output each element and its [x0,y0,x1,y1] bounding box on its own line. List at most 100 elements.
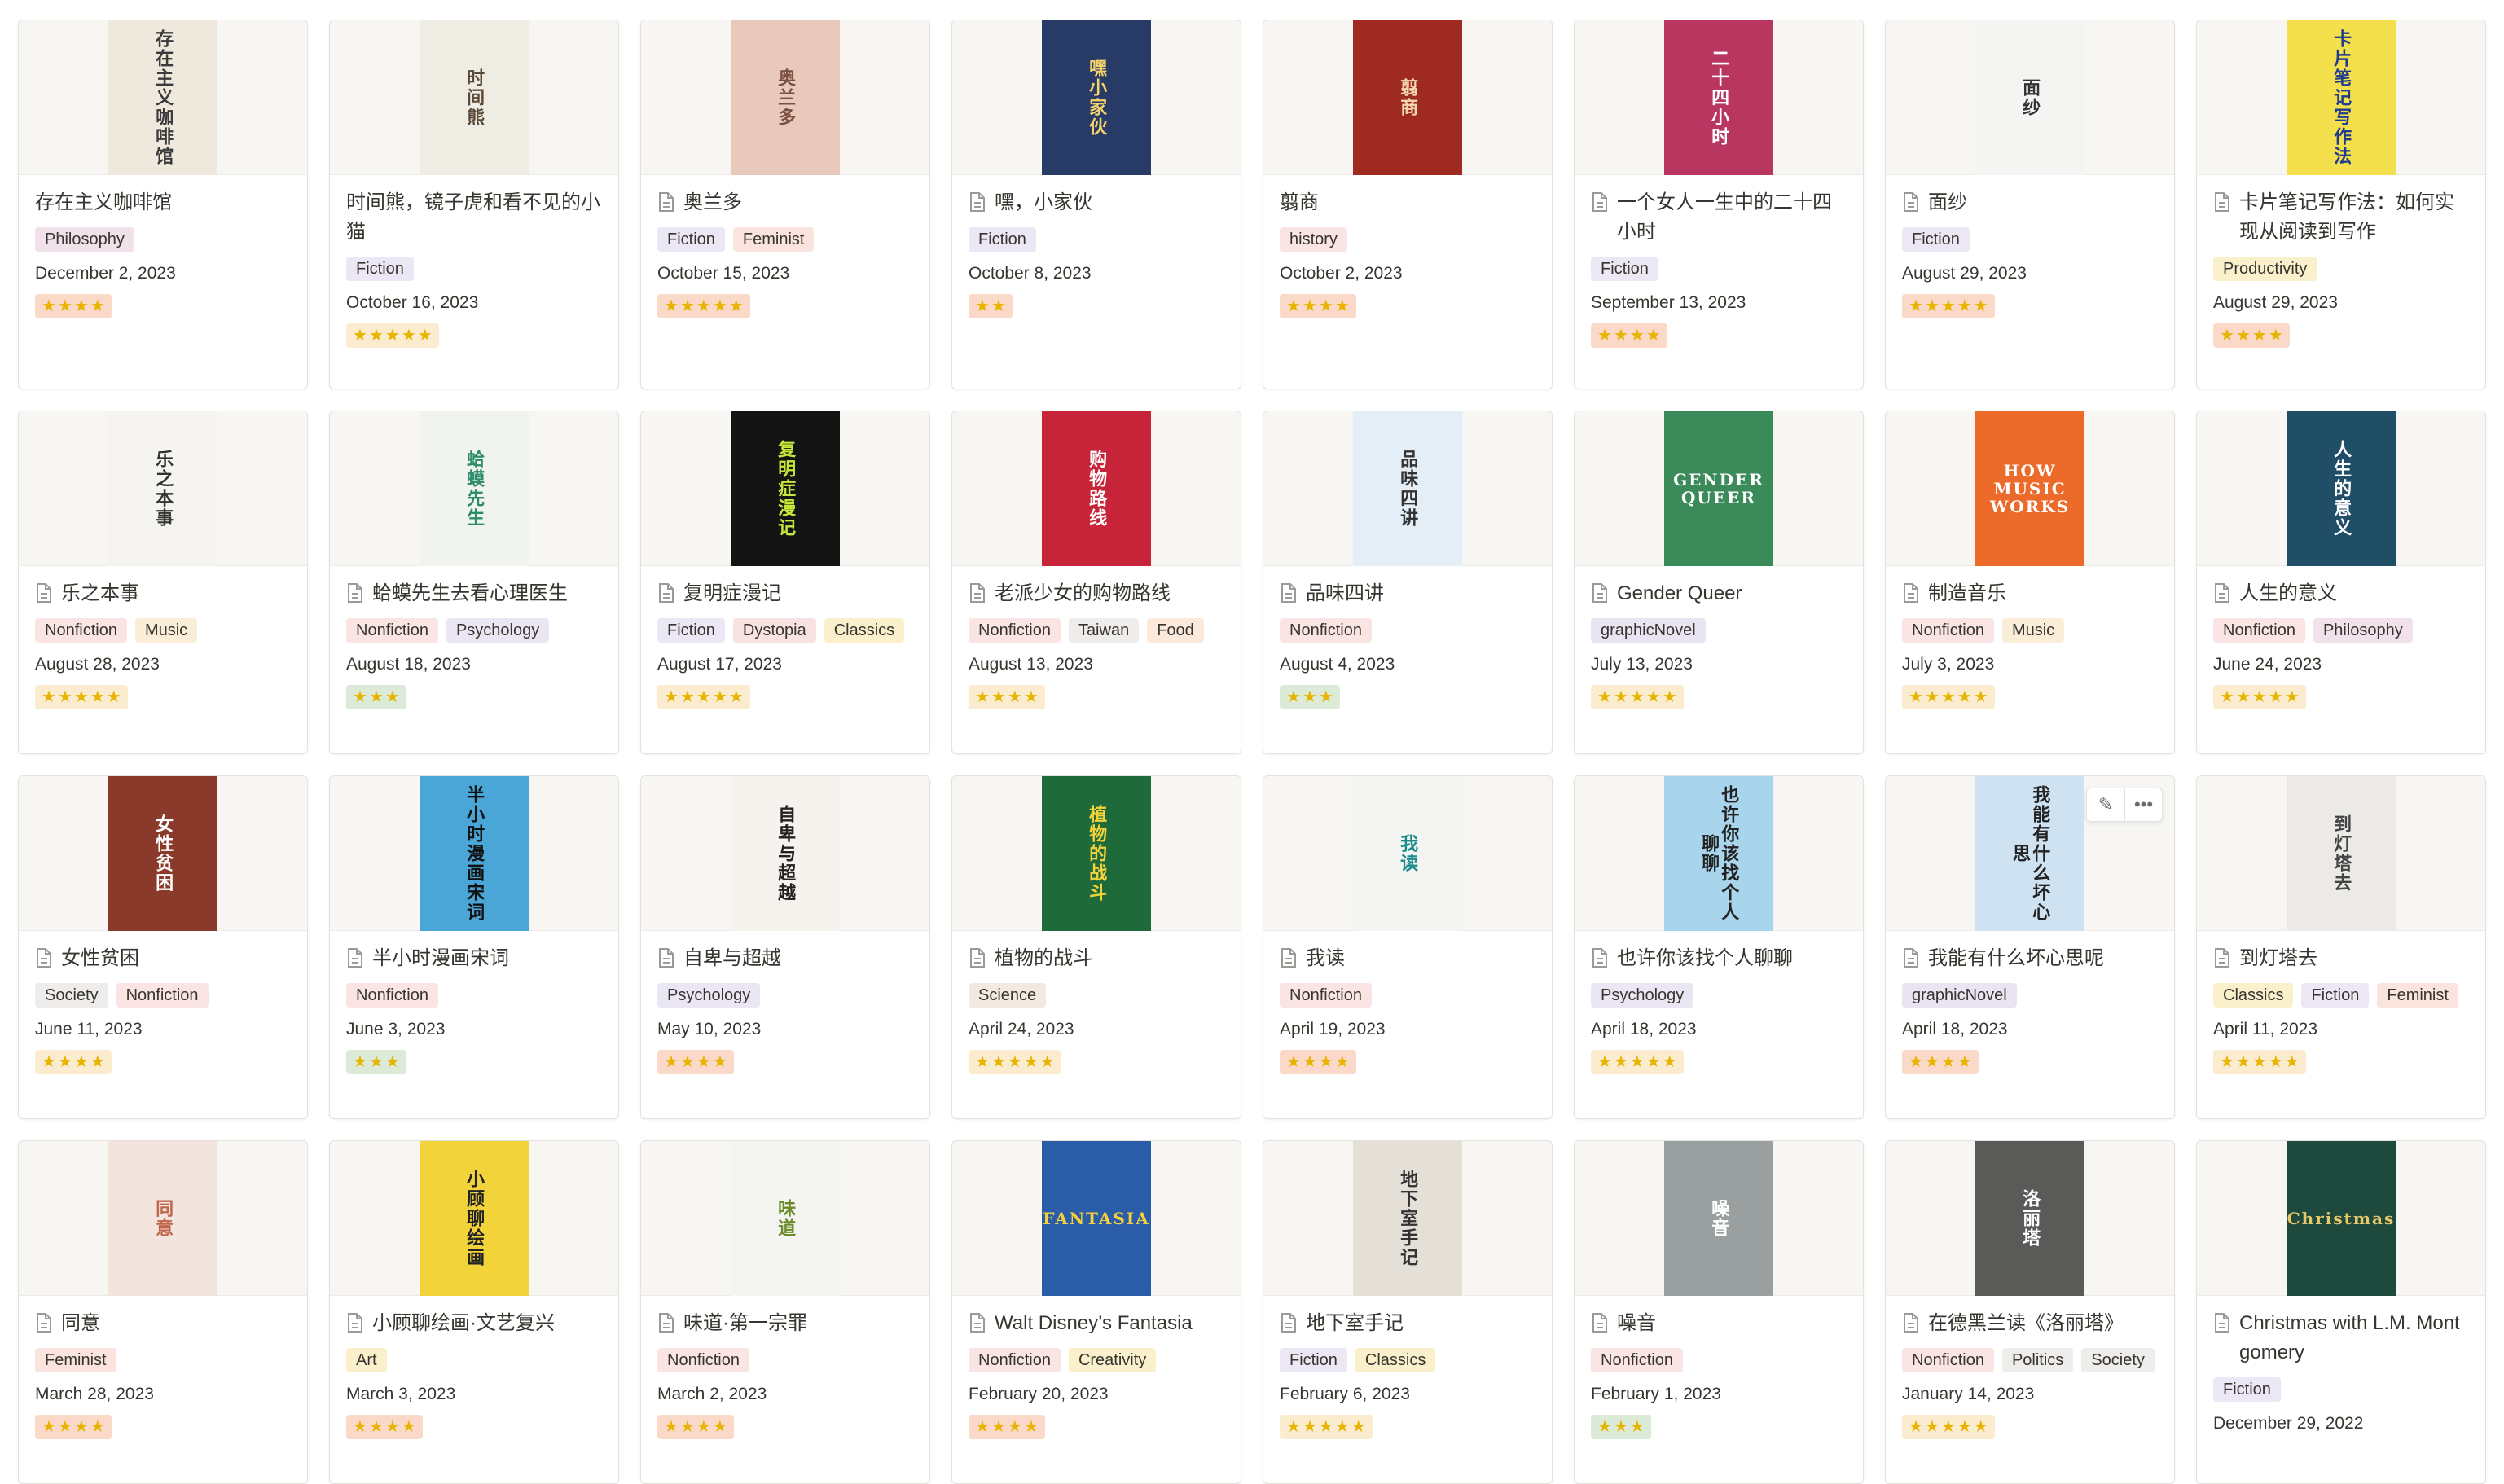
book-card[interactable]: 地下室手记 地下室手记 Fiction Classics February 6, … [1263,1140,1553,1484]
book-cover: 翦商 [1263,20,1552,175]
tag-chip: Dystopia [732,618,816,643]
book-card[interactable]: 乐之本事 乐之本事 Nonfiction Music August 28, 202… [18,411,308,754]
cover-title: 购物路线 [1086,449,1108,528]
book-card[interactable]: 我能有什么坏心思 我能有什么坏心思呢 graphicNovel April 18… [1885,775,2175,1119]
star-icon: ★ [1023,1053,1039,1071]
star-rating: ★ ★ ★ ★ [969,1415,1045,1439]
book-card[interactable]: 存在主义咖啡馆 存在主义咖啡馆 Philosophy December 2, 2… [18,20,308,389]
read-date: April 19, 2023 [1280,1020,1386,1038]
book-card[interactable]: 奥兰多 奥兰多 Fiction Feminist October 15, 2023… [640,20,930,389]
read-date: April 18, 2023 [1591,1020,1697,1038]
tag-chip: Fiction [657,618,725,643]
tag-chip: Art [346,1348,387,1372]
tag-list: Fiction Classics [1280,1348,1535,1372]
edit-icon[interactable]: ✎ [2087,788,2124,821]
book-cover-image: 存在主义咖啡馆 [108,20,217,175]
tag-chip: Feminist [35,1348,116,1372]
book-card[interactable]: 卡片笔记写作法 卡片笔记写作法：如何实现从阅读到写作 Productivity … [2196,20,2486,389]
book-title: 嘿，小家伙 [995,191,1092,213]
star-icon: ★ [1629,327,1645,345]
book-card[interactable]: 噪音 噪音 Nonfiction February 1, 2023 ★ ★ ★ [1574,1140,1864,1484]
book-title: 到灯塔去 [2239,947,2317,969]
star-icon: ★ [1007,1053,1022,1071]
star-icon: ★ [90,1053,105,1071]
star-rating: ★ ★ ★ ★ [1280,1050,1356,1074]
read-date: September 13, 2023 [1591,293,1746,312]
book-cover-image: Christmas [2287,1141,2396,1296]
book-card[interactable]: Christmas Christmas with L.M. Montgomery… [2196,1140,2486,1484]
book-cover: 面纱 [1886,20,2174,175]
book-cover-image: 品味四讲 [1353,411,1462,566]
book-card[interactable]: 小顾聊绘画 小顾聊绘画·文艺复兴 Art March 3, 2023 ★ ★ ★ ★ [329,1140,619,1484]
tag-list: Psychology [657,983,913,1008]
book-card[interactable]: 二十四小时 一个女人一生中的二十四小时 Fiction September 13… [1574,20,1864,389]
book-card[interactable]: 植物的战斗 植物的战斗 Science April 24, 2023 ★ ★ ★ ★ ★ [951,775,1241,1119]
book-card[interactable]: 购物路线 老派少女的购物路线 Nonfiction Taiwan Food Augu… [951,411,1241,754]
book-cover-image: 时间熊 [420,20,529,175]
tag-chip: Fiction [657,227,725,252]
page-icon [346,947,364,968]
book-card[interactable]: 半小时漫画宋词 半小时漫画宋词 Nonfiction June 3, 2023 … [329,775,619,1119]
book-card[interactable]: 人生的意义 人生的意义 Nonfiction Philosophy June 24… [2196,411,2486,754]
read-date: May 10, 2023 [657,1020,762,1038]
book-card[interactable]: GENDER QUEER Gender Queer graphicNovel J… [1574,411,1864,754]
book-title: 小顾聊绘画·文艺复兴 [372,1312,555,1334]
tag-list: Nonfiction Music [1902,618,2158,643]
book-card[interactable]: 面纱 面纱 Fiction August 29, 2023 ★ ★ ★ ★ ★ [1885,20,2175,389]
book-card[interactable]: 洛丽塔 在德黑兰读《洛丽塔》 Nonfiction Politics Society… [1885,1140,2175,1484]
star-icon: ★ [1302,297,1317,315]
read-date: February 1, 2023 [1591,1385,1721,1403]
book-card[interactable]: 品味四讲 品味四讲 Nonfiction August 4, 2023 ★ ★ ★ [1263,411,1553,754]
book-card[interactable]: 同意 同意 Feminist March 28, 2023 ★ ★ ★ ★ [18,1140,308,1484]
book-card[interactable]: 女性贫困 女性贫困 Society Nonfiction June 11, 202… [18,775,308,1119]
more-options-icon[interactable]: ••• [2124,788,2162,821]
tag-chip: Nonfiction [116,983,209,1008]
book-cover-image: 洛丽塔 [1975,1141,2084,1296]
page-icon [1591,582,1609,604]
read-date: June 3, 2023 [346,1020,446,1038]
book-title: 味道·第一宗罪 [683,1312,807,1334]
read-date: August 29, 2023 [1902,264,2027,283]
tag-list: Nonfiction Philosophy [2213,618,2469,643]
book-cover: FANTASIA [952,1141,1241,1296]
tag-chip: Nonfiction [969,1348,1061,1372]
page-icon [1280,947,1298,968]
tag-chip: Nonfiction [346,983,438,1008]
star-icon: ★ [57,297,72,315]
book-card[interactable]: HOW MUSIC WORKS 制造音乐 Nonfiction Music Jul… [1885,411,2175,754]
tag-list: Nonfiction [657,1348,913,1372]
book-title: 也许你该找个人聊聊 [1617,947,1793,969]
book-card[interactable]: 自卑与超越 自卑与超越 Psychology May 10, 2023 ★ ★ ★ ★ [640,775,930,1119]
book-card[interactable]: FANTASIA Walt Disney’s Fantasia Nonficti… [951,1140,1241,1484]
star-icon: ★ [353,1053,367,1071]
tag-chip: Productivity [2213,257,2317,281]
book-card[interactable]: 复明症漫记 复明症漫记 Fiction Dystopia Classics Augu… [640,411,930,754]
page-icon [35,582,53,604]
book-card[interactable]: 我读 我读 Nonfiction April 19, 2023 ★ ★ ★ ★ [1263,775,1553,1119]
cover-title: 小顾聊绘画 [463,1169,485,1267]
star-icon: ★ [1302,1053,1317,1071]
tag-chip: Creativity [1068,1348,1157,1372]
page-icon [657,1312,675,1333]
book-title: 老派少女的购物路线 [995,582,1171,604]
book-card[interactable]: 蛤蟆先生 蛤蟆先生去看心理医生 Nonfiction Psychology Aug… [329,411,619,754]
book-cover: 乐之本事 [19,411,307,566]
book-cover: 品味四讲 [1263,411,1552,566]
book-card[interactable]: 时间熊 时间熊，镜子虎和看不见的小猫 Fiction October 16, 2… [329,20,619,389]
tag-chip: Philosophy [35,227,134,252]
book-card[interactable]: 味道 味道·第一宗罪 Nonfiction March 2, 2023 ★ ★ ★ ★ [640,1140,930,1484]
star-icon: ★ [1909,297,1923,315]
book-card[interactable]: 到灯塔去 到灯塔去 Classics Fiction Feminist April … [2196,775,2486,1119]
book-card[interactable]: 翦商 翦商 history October 2, 2023 ★ ★ ★ ★ [1263,20,1553,389]
star-rating: ★ ★ [969,294,1013,318]
star-icon: ★ [1645,327,1661,345]
star-icon: ★ [2268,1053,2283,1071]
star-icon: ★ [991,297,1006,315]
book-title: 在德黑兰读《洛丽塔》 [1928,1312,2124,1334]
book-card[interactable]: 嘿小家伙 嘿，小家伙 Fiction October 8, 2023 ★ ★ [951,20,1241,389]
star-icon: ★ [679,297,695,315]
tag-list: Fiction [346,257,602,281]
cover-title: 地下室手记 [1397,1169,1419,1267]
tag-list: history [1280,227,1535,252]
book-card[interactable]: 也许你该找个人聊聊 也许你该找个人聊聊 Psychology April 18,… [1574,775,1864,1119]
